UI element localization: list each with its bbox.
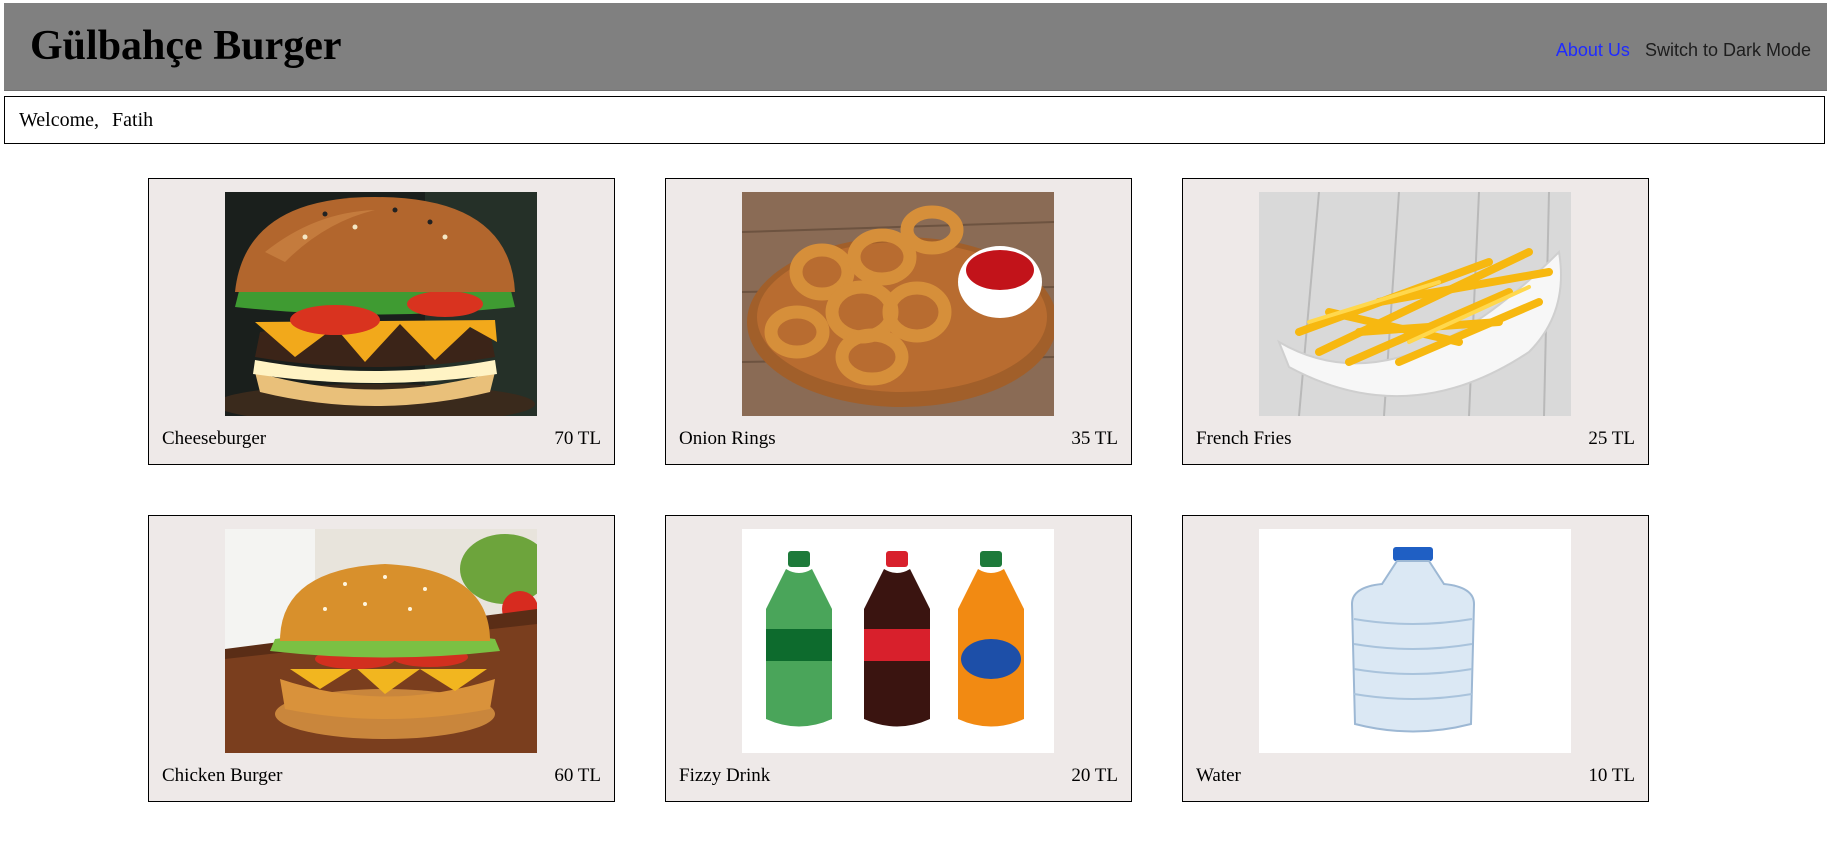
chicken-burger-photo <box>225 529 537 753</box>
welcome-greeting: Welcome, <box>19 109 100 131</box>
site-title: Gülbahçe Burger <box>30 23 342 69</box>
menu-item-name: Chicken Burger <box>162 765 283 786</box>
menu-item-price: 20 TL <box>1071 765 1118 786</box>
menu-card-water[interactable]: Water 10 TL <box>1182 515 1649 802</box>
cheeseburger-photo <box>225 192 537 416</box>
top-nav: About Us Switch to Dark Mode <box>1556 40 1811 61</box>
welcome-user-name: Fatih <box>112 109 154 131</box>
menu-card-onion-rings[interactable]: Onion Rings 35 TL <box>665 178 1132 465</box>
menu-item-price: 25 TL <box>1588 428 1635 449</box>
menu-card-chicken-burger[interactable]: Chicken Burger 60 TL <box>148 515 615 802</box>
menu-item-name: Onion Rings <box>679 428 776 449</box>
menu-item-name: Cheeseburger <box>162 428 267 449</box>
menu-item-name: French Fries <box>1196 428 1292 449</box>
menu-item-name: Fizzy Drink <box>679 765 771 786</box>
fizzy-drink-photo <box>742 529 1054 753</box>
dark-mode-toggle[interactable]: Switch to Dark Mode <box>1645 40 1811 60</box>
menu-item-price: 70 TL <box>554 428 601 449</box>
menu-card-french-fries[interactable]: French Fries 25 TL <box>1182 178 1649 465</box>
french-fries-photo <box>1259 192 1571 416</box>
menu-item-name: Water <box>1196 765 1241 786</box>
menu-item-price: 60 TL <box>554 765 601 786</box>
site-header: Gülbahçe Burger About Us Switch to Dark … <box>4 3 1827 91</box>
menu-card-fizzy-drink[interactable]: Fizzy Drink 20 TL <box>665 515 1132 802</box>
menu-item-price: 35 TL <box>1071 428 1118 449</box>
welcome-bar: Welcome, Fatih <box>4 96 1825 144</box>
about-us-link[interactable]: About Us <box>1556 40 1630 60</box>
onion-rings-photo <box>742 192 1054 416</box>
menu-item-price: 10 TL <box>1588 765 1635 786</box>
water-bottle-photo <box>1259 529 1571 753</box>
menu-card-cheeseburger[interactable]: Cheeseburger 70 TL <box>148 178 615 465</box>
menu-grid: Cheeseburger 70 TL Onion Rings 35 TL Fre… <box>148 178 1649 802</box>
